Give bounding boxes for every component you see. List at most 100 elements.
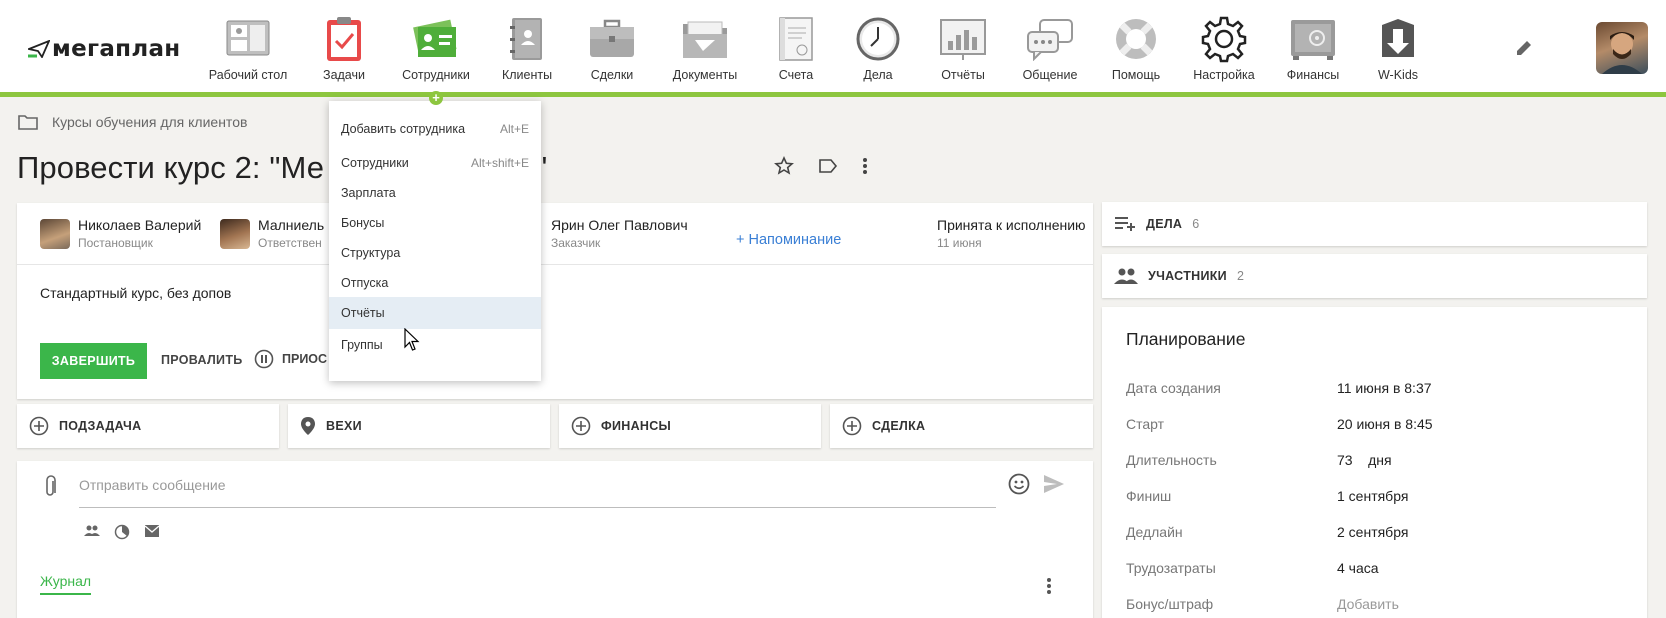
send-icon[interactable] (1043, 474, 1065, 494)
deal-tile[interactable]: СДЕЛКА (830, 404, 1093, 448)
plan-value[interactable]: 4 часа (1337, 560, 1379, 576)
plan-value[interactable]: 73 дня (1337, 452, 1392, 468)
menu-item-salary[interactable]: Зарплата (329, 177, 541, 209)
section-count: 6 (1192, 217, 1200, 231)
message-card: Отправить сообщение Журнал (17, 461, 1093, 618)
mouse-cursor-icon (404, 328, 420, 351)
nav-label: Счета (778, 68, 814, 82)
affairs-section[interactable]: ДЕЛА 6 (1102, 202, 1647, 246)
nav-item-tasks[interactable]: Задачи (318, 0, 370, 92)
nav-item-finances[interactable]: Финансы (1286, 0, 1340, 92)
user-avatar[interactable] (1596, 22, 1648, 74)
nav-item-communication[interactable]: Общение (1022, 0, 1078, 92)
more-vertical-icon[interactable] (1046, 577, 1052, 595)
breadcrumb-project-name[interactable]: Курсы обучения для клиентов (52, 114, 247, 130)
nav-label: Помощь (1111, 68, 1161, 82)
milestones-tile[interactable]: ВЕХИ (288, 404, 550, 448)
paperclip-attach-icon[interactable] (43, 475, 57, 499)
email-icon[interactable] (144, 524, 160, 538)
menu-item-label: Отпуска (341, 276, 389, 290)
breadcrumb[interactable]: Курсы обучения для клиентов (18, 114, 247, 130)
tile-label: ВЕХИ (326, 419, 362, 433)
paper-plane-logo-icon (28, 40, 50, 58)
message-tools (84, 524, 160, 540)
nav-item-help[interactable]: Помощь (1110, 0, 1162, 92)
nav-label: Настройка (1193, 68, 1255, 82)
nav-item-desktop[interactable]: Рабочий стол (202, 0, 294, 92)
nav-item-documents[interactable]: Документы (668, 0, 742, 92)
plan-key: Дата создания (1126, 380, 1221, 396)
nav-item-affairs[interactable]: Дела (856, 0, 900, 92)
menu-item-vacations[interactable]: Отпуска (329, 267, 541, 299)
nav-item-reports[interactable]: Отчёты (938, 0, 988, 92)
person-role: Ответствен (258, 236, 322, 250)
add-reminder-link[interactable]: + Напоминание (736, 232, 841, 248)
nav-label: Клиенты (501, 68, 553, 82)
nav-label: Дела (863, 68, 893, 82)
nav-item-invoices[interactable]: Счета (776, 0, 816, 92)
menu-item-structure[interactable]: Структура (329, 237, 541, 269)
playlist-add-icon (1115, 217, 1135, 231)
pause-button[interactable]: ПРИОС (254, 349, 327, 369)
menu-item-label: Отчёты (341, 306, 385, 320)
employees-dropdown-menu: Добавить сотрудника Alt+E Сотрудники Alt… (329, 101, 541, 381)
clients-book-icon (502, 14, 552, 64)
menu-item-bonuses[interactable]: Бонусы (329, 207, 541, 239)
menu-item-shortcut: Alt+E (499, 122, 529, 136)
nav-item-w-kids[interactable]: W-Kids (1376, 0, 1420, 92)
pause-circle-icon (254, 349, 274, 369)
people-mention-icon[interactable] (84, 524, 100, 538)
timer-icon[interactable] (114, 524, 130, 540)
person-author[interactable]: Николаев Валерий Постановщик (40, 217, 201, 250)
nav-label: Отчёты (941, 68, 985, 82)
complete-button[interactable]: ЗАВЕРШИТЬ (40, 343, 147, 379)
menu-item-add-employee[interactable]: Добавить сотрудника Alt+E (329, 113, 541, 145)
map-pin-icon (301, 417, 315, 435)
employees-card-icon (411, 14, 461, 64)
plan-value[interactable]: 20 июня в 8:45 (1337, 416, 1433, 432)
person-customer[interactable]: Ярин Олег Павлович Заказчик (551, 217, 688, 250)
more-vertical-icon[interactable] (862, 157, 868, 175)
person-responsible[interactable]: Малниель Ответствен (220, 217, 324, 250)
nav-label: Задачи (323, 68, 365, 82)
menu-item-employees[interactable]: Сотрудники Alt+shift+E (329, 147, 541, 179)
person-role: Постановщик (78, 236, 153, 250)
task-status[interactable]: Принята к исполнению 11 июня (937, 217, 1086, 250)
pencil-edit-icon[interactable] (1514, 38, 1534, 63)
person-role: Заказчик (551, 236, 601, 250)
tag-label-icon[interactable] (818, 158, 838, 174)
add-bonus-link[interactable]: Добавить (1337, 596, 1399, 612)
menu-item-groups[interactable]: Группы (329, 329, 541, 361)
plus-circle-icon (571, 416, 591, 436)
deals-briefcase-icon (587, 14, 637, 64)
emoji-smile-icon[interactable] (1008, 473, 1030, 495)
plan-value[interactable]: 2 сентября (1337, 524, 1408, 540)
lifebuoy-icon (1111, 14, 1161, 64)
nav-item-settings[interactable]: Настройка (1192, 0, 1256, 92)
star-favorite-icon[interactable] (774, 156, 794, 176)
nav-item-deals[interactable]: Сделки (584, 0, 640, 92)
plan-key: Бонус/штраф (1126, 596, 1214, 612)
nav-plus-indicator-icon: + (429, 91, 443, 105)
tile-label: ПОДЗАДАЧА (59, 419, 142, 433)
person-name: Малниель (258, 217, 325, 233)
plan-key: Старт (1126, 416, 1165, 432)
nav-label: Сделки (590, 68, 634, 82)
message-input[interactable]: Отправить сообщение (79, 477, 226, 493)
plan-value[interactable]: 1 сентября (1337, 488, 1408, 504)
participants-section[interactable]: УЧАСТНИКИ 2 (1102, 254, 1647, 298)
subtask-tile[interactable]: ПОДЗАДАЧА (17, 404, 279, 448)
tab-journal[interactable]: Журнал (40, 573, 92, 595)
avatar (40, 218, 70, 249)
fail-button[interactable]: ПРОВАЛИТЬ (161, 353, 243, 367)
menu-item-reports[interactable]: Отчёты (329, 297, 541, 329)
nav-item-clients[interactable]: Клиенты (500, 0, 554, 92)
invoice-icon (771, 14, 821, 64)
task-people: Николаев Валерий Постановщик Малниель От… (40, 217, 1086, 257)
nav-item-employees[interactable]: Сотрудники (396, 0, 476, 92)
nav-label: Общение (1022, 68, 1078, 82)
finances-tile[interactable]: ФИНАНСЫ (559, 404, 821, 448)
megaplan-logo[interactable]: мегаплан (28, 36, 180, 62)
menu-item-label: Структура (341, 246, 401, 260)
nav-label: Финансы (1286, 68, 1340, 82)
